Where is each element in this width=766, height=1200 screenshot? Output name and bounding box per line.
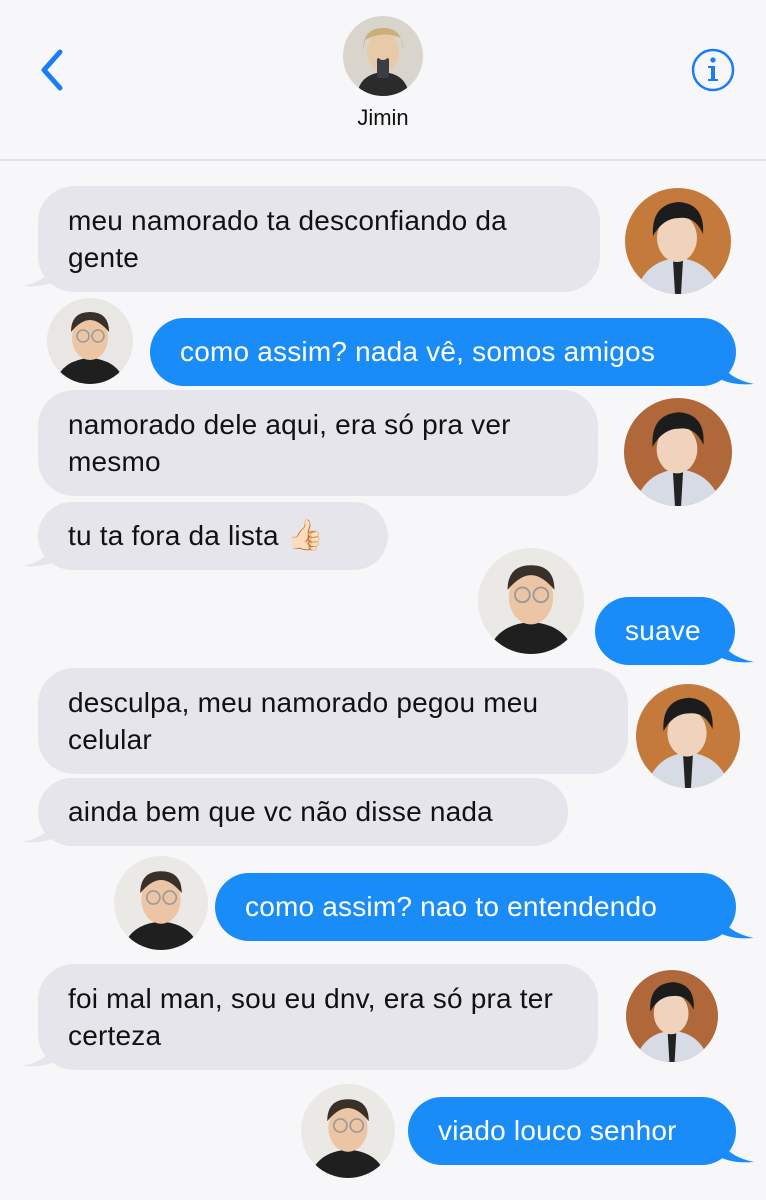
sender-avatar[interactable] xyxy=(301,1084,395,1178)
message-text: foi mal man, sou eu dnv, era só pra ter … xyxy=(68,983,554,1051)
bubble-tail xyxy=(718,1134,754,1163)
contact-avatar[interactable] xyxy=(343,16,423,96)
message-text: namorado dele aqui, era só pra ver mesmo xyxy=(68,409,511,477)
bubble-tail xyxy=(718,910,754,939)
message-bubble-incoming[interactable]: ainda bem que vc não disse nada xyxy=(38,778,568,846)
thumbs-up-icon: 👍🏻 xyxy=(286,519,325,552)
message-text: tu ta fora da lista xyxy=(68,520,279,551)
sender-avatar[interactable] xyxy=(625,188,731,294)
message-bubble-incoming[interactable]: namorado dele aqui, era só pra ver mesmo xyxy=(38,390,598,496)
sender-avatar[interactable] xyxy=(626,970,718,1062)
info-circle-icon xyxy=(691,48,735,92)
message-bubble-outgoing[interactable]: viado louco senhor xyxy=(408,1097,736,1165)
chevron-left-icon xyxy=(41,49,63,91)
message-text: desculpa, meu namorado pegou meu celular xyxy=(68,687,539,755)
sender-avatar[interactable] xyxy=(47,298,133,384)
message-text: como assim? nada vê, somos amigos xyxy=(180,336,656,367)
conversation-header: Jimin xyxy=(0,0,766,161)
sender-avatar[interactable] xyxy=(478,548,584,654)
info-button[interactable] xyxy=(690,47,736,93)
message-bubble-incoming[interactable]: desculpa, meu namorado pegou meu celular xyxy=(38,668,628,774)
message-bubble-incoming[interactable]: meu namorado ta desconfiando da gente xyxy=(38,186,600,292)
message-text: viado louco senhor xyxy=(438,1115,677,1146)
message-bubble-outgoing[interactable]: como assim? nada vê, somos amigos xyxy=(150,318,736,386)
message-text: como assim? nao to entendendo xyxy=(245,891,658,922)
message-bubble-outgoing[interactable]: como assim? nao to entendendo xyxy=(215,873,736,941)
message-text: meu namorado ta desconfiando da gente xyxy=(68,205,507,273)
sender-avatar[interactable] xyxy=(114,856,208,950)
back-button[interactable] xyxy=(36,46,70,94)
sender-avatar[interactable] xyxy=(636,684,740,788)
bubble-tail xyxy=(718,356,754,385)
message-bubble-outgoing[interactable]: suave xyxy=(595,597,735,665)
sender-avatar[interactable] xyxy=(624,398,732,506)
message-text: suave xyxy=(625,615,701,646)
message-bubble-incoming[interactable]: foi mal man, sou eu dnv, era só pra ter … xyxy=(38,964,598,1070)
bubble-tail xyxy=(718,634,754,663)
contact-name[interactable]: Jimin xyxy=(283,105,483,131)
message-text: ainda bem que vc não disse nada xyxy=(68,796,493,827)
message-bubble-incoming[interactable]: tu ta fora da lista 👍🏻 xyxy=(38,502,388,570)
